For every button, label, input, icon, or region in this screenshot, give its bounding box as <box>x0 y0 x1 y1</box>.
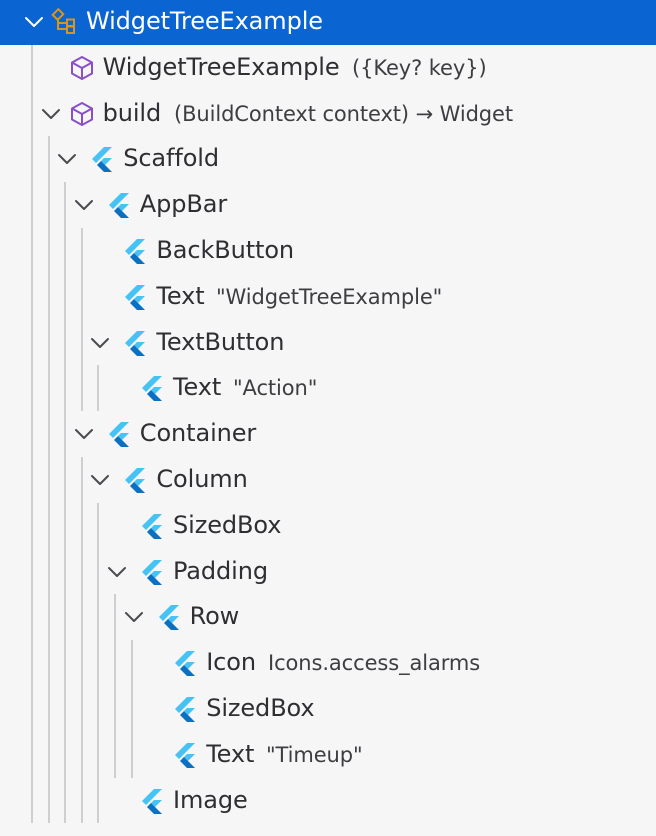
tree-row-textbutton[interactable]: TextButton <box>0 320 656 366</box>
tree-row-widgettreeexample[interactable]: WidgetTreeExample ({Key? key}) <box>0 45 656 91</box>
tree-row-widgettreeexample[interactable]: WidgetTreeExample <box>0 0 656 45</box>
flutter-icon <box>120 328 150 358</box>
tree-item-label: build <box>102 98 162 127</box>
tree-item-label: WidgetTreeExample <box>102 52 340 81</box>
tree-item-label: Text <box>156 281 205 310</box>
tree-item-label: Row <box>189 602 240 631</box>
chevron-down-icon[interactable] <box>39 102 63 126</box>
method-icon <box>67 53 97 83</box>
tree-item-label: WidgetTreeExample <box>86 7 323 35</box>
method-icon <box>67 99 97 129</box>
tree-item-label: Image <box>173 785 248 814</box>
tree-item-label: SizedBox <box>206 694 315 722</box>
chevron-down-icon[interactable] <box>88 468 112 492</box>
flutter-icon <box>154 602 184 632</box>
tree-item-label: Icon <box>206 648 256 677</box>
flutter-icon <box>170 648 200 678</box>
tree-item-detail: "WidgetTreeExample" <box>216 284 443 309</box>
chevron-down-icon[interactable] <box>105 560 129 584</box>
tree-item-detail: ({Key? key}) <box>352 55 487 80</box>
flutter-icon <box>104 190 134 220</box>
flutter-icon <box>170 740 200 770</box>
chevron-down-icon[interactable] <box>72 193 96 217</box>
outline-tree: WidgetTreeExample WidgetTreeExample ({Key?… <box>0 0 656 836</box>
chevron-down-icon[interactable] <box>22 10 46 34</box>
flutter-icon <box>104 419 134 449</box>
tree-row-text[interactable]: Text "WidgetTreeExample" <box>0 274 656 320</box>
tree-item-label: Text <box>206 739 255 768</box>
flutter-icon <box>137 511 167 541</box>
flutter-icon <box>137 786 167 816</box>
tree-row-backbutton[interactable]: BackButton <box>0 228 656 274</box>
tree-item-label: Container <box>139 419 257 448</box>
indent-guide <box>114 594 116 778</box>
tree-item-detail: Icons.access_alarms <box>268 651 481 676</box>
flutter-icon <box>137 557 167 587</box>
tree-item-label: Scaffold <box>123 144 220 173</box>
indent-guide <box>31 44 33 824</box>
flutter-icon <box>87 144 117 174</box>
indent-guide <box>80 228 83 412</box>
flutter-icon <box>137 373 167 403</box>
tree-row-container[interactable]: Container <box>0 411 656 457</box>
class-icon <box>50 7 80 37</box>
indent-guide <box>130 640 133 778</box>
tree-item-label: SizedBox <box>173 510 282 539</box>
chevron-down-icon[interactable] <box>55 147 79 171</box>
flutter-icon <box>120 465 150 495</box>
flutter-icon <box>170 694 200 724</box>
indent-guide <box>80 457 83 824</box>
tree-row-appbar[interactable]: AppBar <box>0 182 656 228</box>
tree-row-scaffold[interactable]: Scaffold <box>0 136 656 182</box>
chevron-down-icon[interactable] <box>122 605 146 629</box>
tree-item-label: AppBar <box>139 190 228 219</box>
flutter-icon <box>120 282 150 312</box>
chevron-down-icon[interactable] <box>72 422 96 446</box>
indent-guide <box>97 502 100 824</box>
indent-guide <box>64 182 67 824</box>
tree-item-detail: "Action" <box>233 376 318 401</box>
tree-item-label: Text <box>173 373 222 402</box>
indent-guide <box>47 136 50 824</box>
chevron-down-icon[interactable] <box>88 331 112 355</box>
tree-item-detail: (BuildContext context) → Widget <box>174 101 513 126</box>
flutter-icon <box>120 236 150 266</box>
tree-item-label: Padding <box>173 556 268 585</box>
tree-item-detail: "Timeup" <box>266 742 363 767</box>
tree-item-label: BackButton <box>156 236 295 264</box>
tree-item-label: TextButton <box>156 327 285 356</box>
tree-item-label: Column <box>156 465 248 493</box>
indent-guide <box>97 365 100 412</box>
tree-row-column[interactable]: Column <box>0 457 656 503</box>
tree-row-build[interactable]: build (BuildContext context) → Widget <box>0 91 656 137</box>
